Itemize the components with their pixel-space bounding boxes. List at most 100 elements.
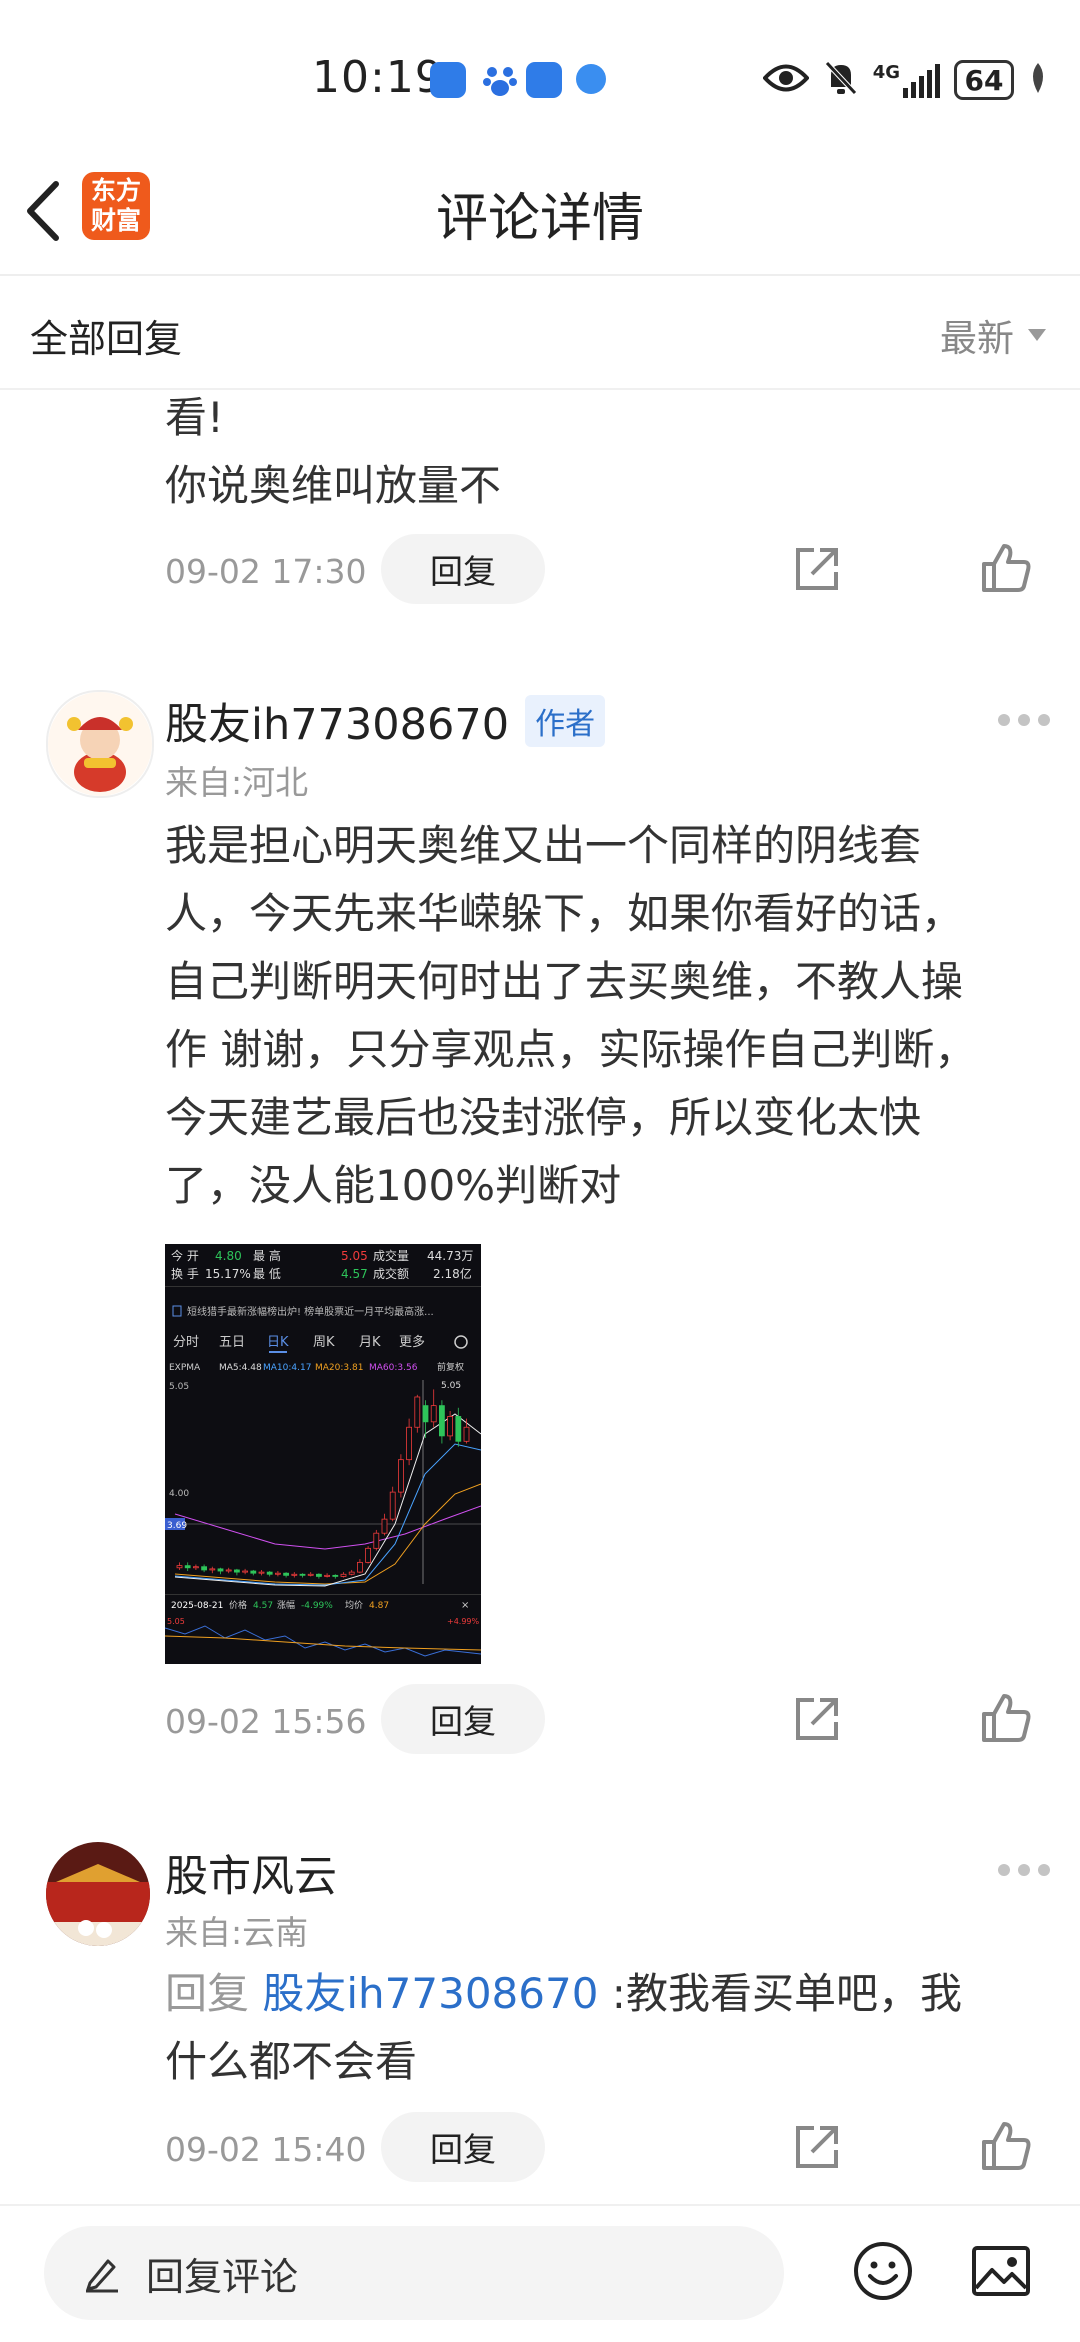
avatar[interactable] <box>46 1842 150 1946</box>
candle-body <box>225 1569 232 1572</box>
footer-right: +4.99% <box>447 1617 480 1626</box>
share-icon[interactable] <box>792 544 842 594</box>
footer-value: 4.57 <box>253 1601 273 1611</box>
candle-body <box>192 1566 199 1569</box>
leaf-icon <box>1028 61 1048 99</box>
reply-input-placeholder: 回复评论 <box>146 2254 299 2299</box>
candle-body <box>340 1573 347 1577</box>
footer-label: 均价 <box>345 1599 363 1611</box>
candle-body <box>463 1426 470 1442</box>
quote-label: 换 手 <box>171 1267 199 1281</box>
candle-body <box>234 1569 240 1573</box>
chart-tab: 日K <box>267 1335 289 1350</box>
thumbs-up-icon[interactable] <box>980 2120 1032 2172</box>
comment-line: 你说奥维叫放量不 <box>165 461 502 510</box>
candle-body <box>209 1568 216 1571</box>
candle-body <box>324 1574 331 1577</box>
mention-link[interactable]: 股友ih77308670 <box>262 1969 598 2018</box>
comment-line: 今天建艺最后也没封涨停，所以变化太快 <box>165 1093 922 1142</box>
comment-text: 看! 你说奥维叫放量不 <box>165 384 1035 520</box>
ma-label: MA5:4.48 <box>219 1363 262 1373</box>
chart-tab: 月K <box>359 1335 381 1350</box>
more-options-button[interactable] <box>998 714 1050 728</box>
username[interactable]: 股市风云 <box>165 1842 337 1904</box>
candle-body <box>397 1459 404 1493</box>
candle-body <box>283 1572 289 1576</box>
candle-body <box>250 1570 257 1574</box>
y-axis-label: 5.05 <box>169 1382 189 1392</box>
comment-time: 09-02 17:30 <box>165 552 367 591</box>
candle-body <box>291 1573 298 1576</box>
quote-value: 15.17% <box>205 1267 251 1281</box>
quote-label: 今 开 <box>171 1248 199 1263</box>
more-options-button[interactable] <box>998 1864 1050 1878</box>
status-time: 10:19 <box>312 52 444 103</box>
candle-body <box>447 1416 454 1437</box>
thumbs-up-icon[interactable] <box>980 1692 1032 1744</box>
candle-body <box>373 1532 380 1549</box>
username[interactable]: 股友ih77308670 <box>165 690 509 752</box>
comment-fragment: :教我看买单吧，我 <box>611 1969 962 2018</box>
network-type: 4G <box>872 62 900 83</box>
quote-value: 4.80 <box>215 1249 242 1263</box>
candle-body <box>381 1518 388 1534</box>
mute-bell-icon <box>823 59 859 101</box>
caret-down-icon <box>1028 329 1046 341</box>
quote-label: 最 高 <box>253 1248 281 1263</box>
footer-value: 4.87 <box>369 1601 389 1611</box>
quote-value: 4.57 <box>341 1267 368 1281</box>
chart-tab: 周K <box>313 1335 335 1350</box>
footer-date: 2025-08-21 <box>171 1601 223 1611</box>
ma-label: MA60:3.56 <box>369 1363 418 1373</box>
quote-value: 5.05 <box>341 1249 368 1263</box>
thumbs-up-icon[interactable] <box>980 542 1032 594</box>
candle-body <box>455 1416 462 1442</box>
comment-line: 作 谢谢，只分享观点，实际操作自己判断， <box>165 1025 977 1074</box>
sort-label: 最新 <box>940 317 1014 360</box>
comment-line: 自己判断明天何时出了去买奥维，不教人操 <box>165 957 964 1006</box>
close-x-icon: × <box>461 1600 469 1611</box>
reply-button[interactable]: 回复 <box>381 1684 545 1754</box>
quote-label: 成交量 <box>373 1248 409 1263</box>
candle-body <box>217 1568 224 1572</box>
y-axis-label: 3.69 <box>167 1521 187 1531</box>
emoji-button[interactable] <box>852 2240 914 2302</box>
sort-dropdown[interactable]: 最新 <box>940 308 1046 362</box>
candle-body <box>422 1405 429 1423</box>
footer-label: 价格 <box>229 1599 247 1611</box>
quote-label: 最 低 <box>253 1267 281 1281</box>
status-right-group: 4G 64 <box>761 58 1048 102</box>
signal-icon: 4G <box>873 62 940 98</box>
avatar[interactable] <box>46 690 154 798</box>
pencil-icon <box>86 2259 118 2293</box>
share-icon[interactable] <box>792 2122 842 2172</box>
app-notification-icon <box>526 62 562 98</box>
promo-banner: 短线猎手最新涨幅榜出炉! 榜单股票近一月平均最高涨... <box>187 1305 434 1318</box>
comment-time: 09-02 15:56 <box>165 1702 367 1741</box>
candle-body <box>414 1396 421 1428</box>
candle-body <box>184 1565 191 1569</box>
comment-time: 09-02 15:40 <box>165 2130 367 2169</box>
reply-prefix: 回复 <box>165 1969 250 2018</box>
comment-line: 什么都不会看 <box>165 2037 418 2086</box>
image-icon <box>972 2246 1030 2296</box>
image-button[interactable] <box>970 2240 1032 2302</box>
candle-body <box>266 1571 273 1575</box>
author-badge: 作者 <box>525 695 606 747</box>
comment-line: 了，没人能100%判断对 <box>165 1161 622 1210</box>
ma-label: EXPMA <box>169 1363 201 1373</box>
chart-tab: 分时 <box>173 1335 199 1350</box>
ma-label: MA10:4.17 <box>263 1363 311 1373</box>
battery-indicator: 64 <box>954 60 1014 100</box>
comment-line: 我是担心明天奥维又出一个同样的阴线套 <box>165 821 922 870</box>
candle-body <box>315 1573 322 1577</box>
candle-body <box>307 1573 314 1576</box>
stock-screenshot-image[interactable]: 今 开 4.80 最 高 5.05 成交量 44.73万 换 手 15.17% … <box>165 1244 481 1664</box>
share-icon[interactable] <box>792 1694 842 1744</box>
reply-button[interactable]: 回复 <box>381 534 545 604</box>
reply-button[interactable]: 回复 <box>381 2112 545 2182</box>
smiley-icon <box>854 2242 912 2300</box>
y-axis-label: 4.00 <box>169 1489 189 1499</box>
comment-line: 回复 股友ih77308670 :教我看买单吧，我 <box>165 1960 1035 2028</box>
reply-comment-input[interactable]: 回复评论 <box>44 2226 784 2320</box>
